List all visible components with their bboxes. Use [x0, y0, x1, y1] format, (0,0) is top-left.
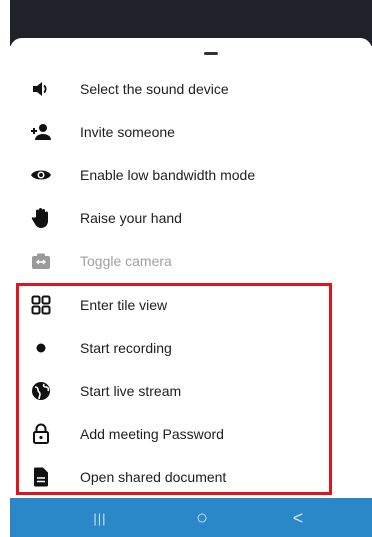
lock-icon — [30, 423, 52, 445]
back-icon: < — [292, 507, 304, 528]
recents-button[interactable]: ||| — [80, 505, 120, 531]
menu-item-label: Start live stream — [80, 383, 182, 399]
menu-item-low-bandwidth[interactable]: Enable low bandwidth mode — [10, 154, 372, 196]
menu-item-start-recording[interactable]: Start recording — [10, 327, 372, 369]
menu-item-label: Select the sound device — [80, 81, 229, 97]
menu-item-invite-someone[interactable]: Invite someone — [10, 111, 372, 153]
eye-icon — [30, 164, 52, 186]
record-icon — [30, 337, 52, 359]
menu-item-add-meeting-password[interactable]: Add meeting Password — [10, 413, 372, 455]
menu-item-raise-hand[interactable]: Raise your hand — [10, 197, 372, 239]
camera-switch-icon — [30, 250, 52, 272]
menu-item-select-sound-device[interactable]: Select the sound device — [10, 68, 372, 110]
menu-item-start-live-stream[interactable]: Start live stream — [10, 370, 372, 412]
menu-item-open-shared-document[interactable]: Open shared document — [10, 456, 372, 498]
globe-icon — [30, 380, 52, 402]
back-button[interactable]: < — [278, 505, 318, 531]
home-icon: ○ — [195, 506, 209, 529]
tile-grid-icon — [30, 294, 52, 316]
menu-item-label: Add meeting Password — [80, 426, 224, 442]
menu-item-label: Enter tile view — [80, 297, 168, 313]
hand-icon — [30, 207, 52, 229]
android-nav-bar: ||| ○ < — [10, 498, 372, 537]
sheet-drag-handle[interactable] — [204, 52, 218, 55]
menu-item-enter-tile-view[interactable]: Enter tile view — [10, 284, 372, 326]
home-button[interactable]: ○ — [182, 505, 222, 531]
bottom-sheet-menu: Select the sound device Invite someone E… — [10, 38, 372, 508]
document-icon — [30, 466, 52, 488]
speaker-icon — [30, 78, 52, 100]
menu-item-label: Raise your hand — [80, 210, 182, 226]
menu-item-toggle-camera[interactable]: Toggle camera — [10, 240, 372, 282]
menu-item-label: Invite someone — [80, 124, 175, 140]
add-person-icon — [30, 121, 52, 143]
menu-item-label: Open shared document — [80, 469, 227, 485]
menu-item-label: Start recording — [80, 340, 172, 356]
recents-icon: ||| — [93, 510, 107, 526]
menu-item-label: Toggle camera — [80, 253, 172, 269]
menu-item-label: Enable low bandwidth mode — [80, 167, 256, 183]
